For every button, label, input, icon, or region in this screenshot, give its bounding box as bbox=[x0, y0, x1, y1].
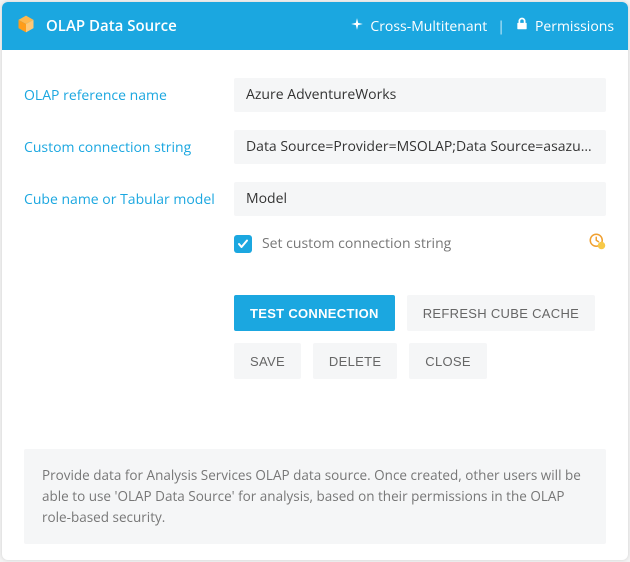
save-button[interactable]: SAVE bbox=[234, 343, 301, 379]
reference-name-label: OLAP reference name bbox=[24, 86, 234, 105]
refresh-cube-cache-button[interactable]: REFRESH CUBE CACHE bbox=[407, 295, 595, 331]
connection-string-input[interactable]: Data Source=Provider=MSOLAP;Data Source=… bbox=[234, 130, 606, 164]
delete-button[interactable]: DELETE bbox=[313, 343, 397, 379]
header-divider: | bbox=[497, 17, 505, 36]
dialog-title: OLAP Data Source bbox=[46, 16, 177, 36]
dialog-header: OLAP Data Source Cross-Multitenant | Per… bbox=[2, 2, 628, 50]
olap-data-source-dialog: OLAP Data Source Cross-Multitenant | Per… bbox=[2, 2, 628, 560]
lock-icon bbox=[515, 17, 529, 36]
secondary-button-row: SAVE DELETE CLOSE bbox=[234, 343, 606, 379]
cube-name-row: Cube name or Tabular model Model bbox=[24, 182, 606, 216]
custom-connection-checkbox-row: Set custom connection string bbox=[234, 234, 606, 253]
connection-string-row: Custom connection string Data Source=Pro… bbox=[24, 130, 606, 164]
close-button[interactable]: CLOSE bbox=[409, 343, 487, 379]
custom-connection-checkbox-label: Set custom connection string bbox=[262, 234, 451, 253]
permissions-link[interactable]: Permissions bbox=[515, 17, 614, 36]
footer-description: Provide data for Analysis Services OLAP … bbox=[24, 449, 606, 544]
cube-name-input[interactable]: Model bbox=[234, 182, 606, 216]
connection-string-label: Custom connection string bbox=[24, 138, 234, 157]
permissions-label: Permissions bbox=[535, 17, 614, 36]
cross-multitenant-link[interactable]: Cross-Multitenant bbox=[350, 17, 487, 36]
reference-name-input[interactable]: Azure AdventureWorks bbox=[234, 78, 606, 112]
primary-button-row: TEST CONNECTION REFRESH CUBE CACHE bbox=[234, 295, 606, 331]
cross-multitenant-label: Cross-Multitenant bbox=[370, 17, 487, 36]
test-connection-button[interactable]: TEST CONNECTION bbox=[234, 295, 395, 331]
dialog-body: OLAP reference name Azure AdventureWorks… bbox=[2, 50, 628, 560]
cube-name-label: Cube name or Tabular model bbox=[24, 190, 234, 209]
status-warning-icon bbox=[588, 232, 606, 255]
custom-connection-checkbox[interactable] bbox=[234, 235, 252, 253]
cube-icon bbox=[16, 14, 36, 39]
reference-name-row: OLAP reference name Azure AdventureWorks bbox=[24, 78, 606, 112]
sparkle-icon bbox=[350, 17, 364, 36]
